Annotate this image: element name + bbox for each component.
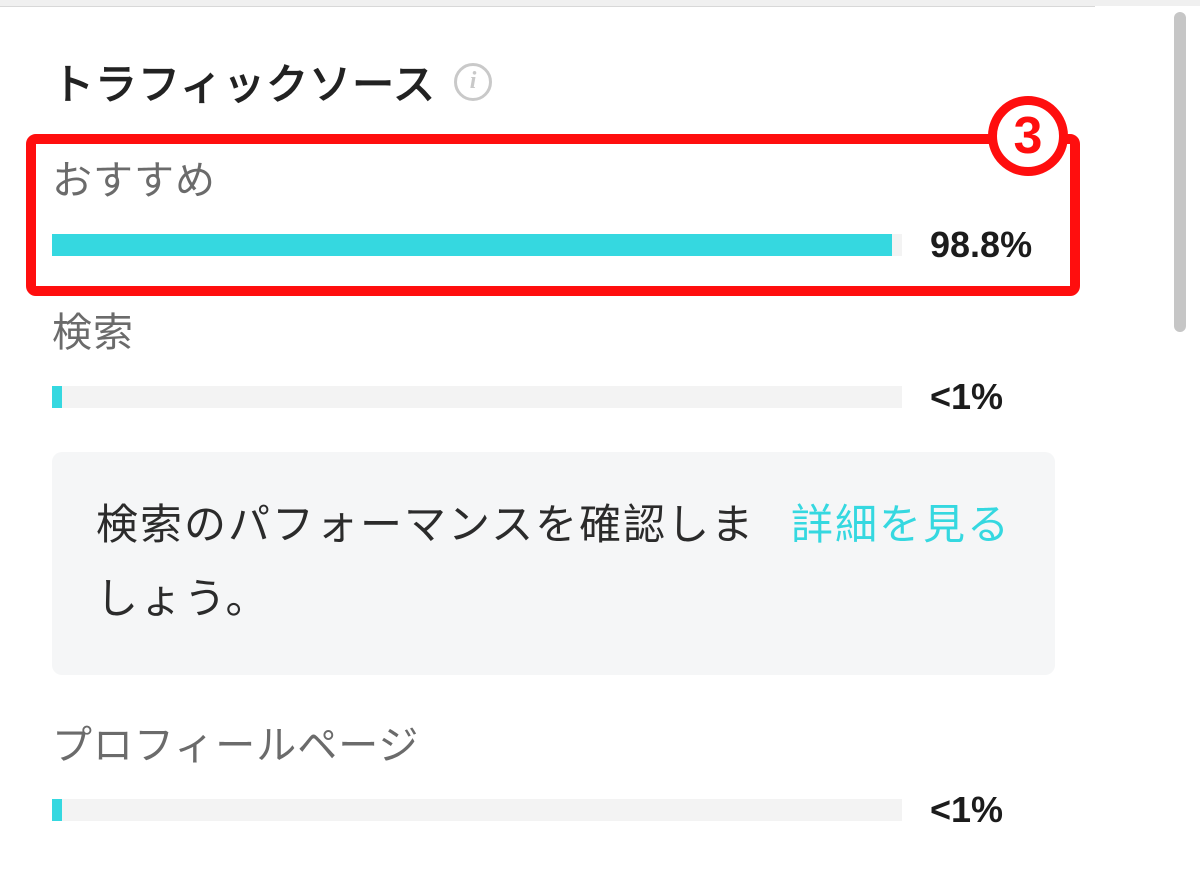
bar-track: [52, 386, 902, 408]
scrollbar-thumb[interactable]: [1174, 12, 1186, 332]
source-row-search: 検索 <1%: [52, 300, 1055, 418]
annotation-badge: 3: [988, 96, 1068, 176]
promo-link[interactable]: 詳細を見る: [791, 488, 1011, 562]
source-label: 検索: [52, 300, 1055, 358]
section-title: トラフィックソース: [52, 51, 436, 112]
source-label: おすすめ: [52, 148, 1055, 206]
scrollbar-track[interactable]: [1095, 6, 1200, 884]
section-header: トラフィックソース i: [52, 51, 1055, 112]
source-label: プロフィールページ: [52, 713, 1055, 771]
bar-value: 98.8%: [930, 224, 1032, 266]
bar-track: [52, 799, 902, 821]
search-performance-card: 検索のパフォーマンスを確認しましょう。 詳細を見る: [52, 452, 1055, 675]
promo-text: 検索のパフォーマンスを確認しましょう。: [96, 488, 767, 635]
annotation-badge-number: 3: [1014, 110, 1043, 162]
bar-row: 98.8%: [52, 224, 1055, 266]
bar-fill: [52, 799, 62, 821]
source-row-recommended: おすすめ 98.8%: [52, 148, 1055, 266]
bar-fill: [52, 386, 62, 408]
bar-fill: [52, 234, 892, 256]
bar-value: <1%: [930, 376, 1003, 418]
bar-value: <1%: [930, 789, 1003, 831]
info-icon[interactable]: i: [454, 63, 492, 101]
bar-row: <1%: [52, 789, 1055, 831]
bar-row: <1%: [52, 376, 1055, 418]
source-row-profile: プロフィールページ <1%: [52, 713, 1055, 831]
analytics-panel: トラフィックソース i おすすめ 98.8% 検索 <1% 検索のパフォーマンス…: [0, 6, 1095, 884]
bar-track: [52, 234, 902, 256]
